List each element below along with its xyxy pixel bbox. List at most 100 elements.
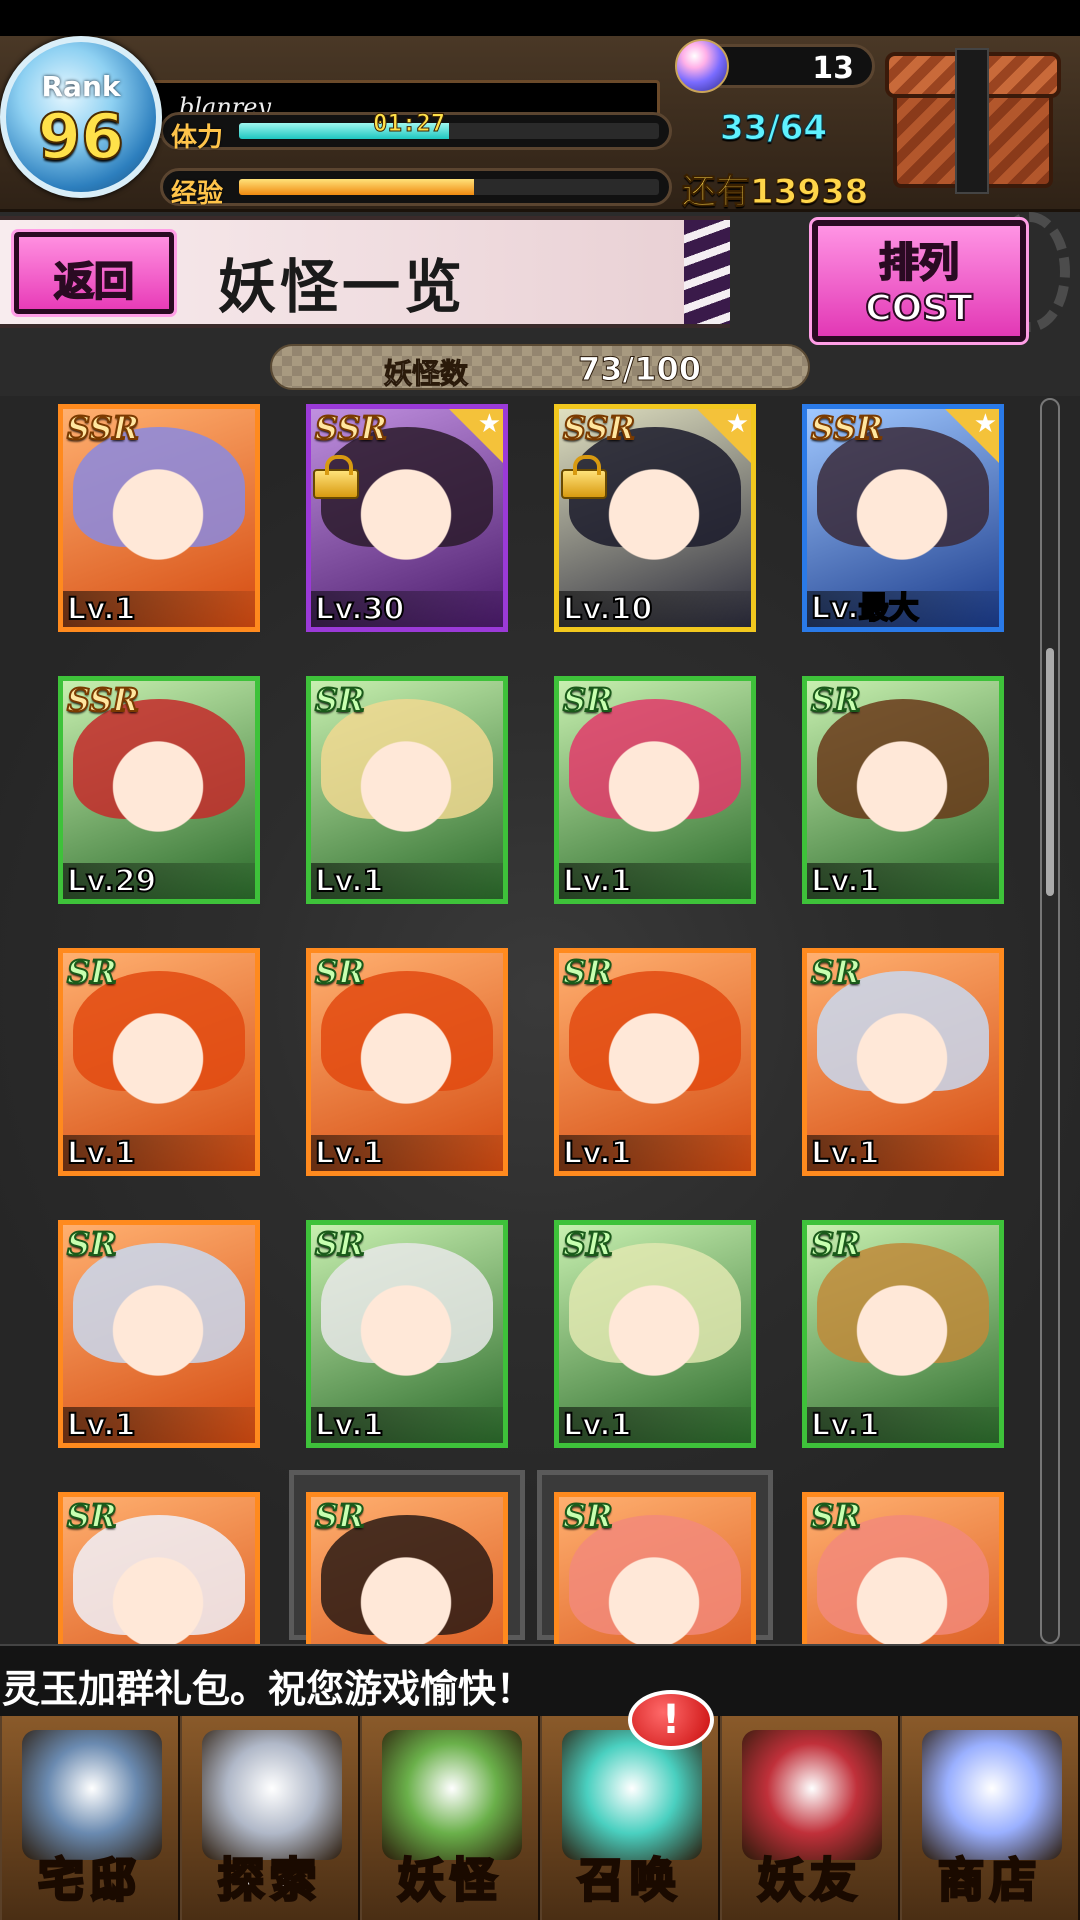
monster-card[interactable]: SSR Lv.10 ★ — [554, 404, 756, 632]
monster-card[interactable]: SSR Lv.1 — [58, 404, 260, 632]
level-label: Lv.1 — [562, 1135, 632, 1171]
monster-card[interactable]: SR Lv.1 — [58, 1220, 260, 1448]
sort-button[interactable]: 排列 COST — [809, 217, 1029, 345]
monster-portrait — [579, 991, 729, 1141]
monster-card[interactable]: SR Lv.1 — [306, 948, 508, 1176]
monster-card[interactable]: SR Lv.1 — [554, 948, 756, 1176]
level-label: Lv.1 — [66, 1135, 136, 1171]
system-status-bar — [0, 0, 1080, 36]
nav-item-4[interactable]: 召唤 — [540, 1716, 720, 1920]
rarity-badge: SR — [562, 953, 614, 992]
monster-portrait — [827, 1263, 977, 1413]
nav-item-5[interactable]: 妖友 — [720, 1716, 900, 1920]
rarity-badge: SR — [314, 1497, 366, 1536]
star-icon: ★ — [725, 409, 749, 439]
monster-card[interactable]: SR Lv.1 — [554, 676, 756, 904]
monster-portrait — [83, 991, 233, 1141]
announcement-text: 灵玉加群礼包。祝您游戏愉快！ — [2, 1667, 535, 1711]
chest-band — [955, 48, 989, 194]
level-label: Lv.10 — [562, 591, 653, 627]
rank-label: Rank — [41, 70, 121, 103]
monster-card[interactable]: SR Lv.1 — [58, 948, 260, 1176]
rarity-badge: SR — [314, 1225, 366, 1264]
nav-label: 妖怪 — [397, 1852, 502, 1909]
monster-card[interactable]: SR — [554, 1492, 756, 1644]
rarity-badge: SSR — [66, 409, 140, 448]
monster-portrait — [83, 719, 233, 869]
monster-card[interactable]: SR Lv.1 — [802, 1220, 1004, 1448]
monster-portrait — [83, 447, 233, 597]
monster-count-bar: 妖怪数 73/100 — [270, 344, 810, 391]
monster-card[interactable]: SR Lv.1 — [802, 948, 1004, 1176]
monster-card[interactable]: SSR Lv.最大 ★ — [802, 404, 1004, 632]
exp-remaining: 还有13938 — [681, 172, 869, 213]
monster-card[interactable]: SSR Lv.29 — [58, 676, 260, 904]
nav-label: 探索 — [217, 1852, 322, 1909]
rarity-badge: SSR — [810, 409, 884, 448]
rarity-badge: SR — [314, 681, 366, 720]
rarity-badge: SR — [562, 1225, 614, 1264]
monster-portrait — [579, 719, 729, 869]
spirit-orb-icon — [675, 39, 729, 93]
title-banner: 返回 妖怪一览 — [0, 216, 730, 328]
rarity-badge: SR — [66, 1225, 118, 1264]
crystal-orb-icon — [922, 1730, 1062, 1860]
level-label: Lv.30 — [314, 591, 405, 627]
rank-badge: Rank 96 — [0, 36, 162, 198]
monster-portrait — [827, 719, 977, 869]
orb-count: 13 — [812, 51, 854, 86]
orb-counter[interactable]: 13 — [675, 39, 875, 93]
level-label: Lv.1 — [66, 1407, 136, 1443]
treasure-chest-button[interactable] — [885, 48, 1065, 196]
level-label: Lv.1 — [66, 591, 136, 627]
monster-card[interactable]: SR — [802, 1492, 1004, 1644]
level-label: Lv.1 — [314, 863, 384, 899]
bottom-navigation: 宅邸 探索 妖怪 召唤 妖友 商店 — [0, 1716, 1080, 1920]
star-icon: ★ — [973, 409, 997, 439]
rarity-badge: SR — [810, 1497, 862, 1536]
rarity-badge: SR — [66, 953, 118, 992]
rarity-badge: SSR — [562, 409, 636, 448]
rarity-badge: SR — [562, 1497, 614, 1536]
exp-track — [239, 179, 659, 195]
exp-bar: 经验 — [160, 168, 672, 209]
monster-portrait — [331, 719, 481, 869]
monster-card[interactable]: SR Lv.1 — [306, 676, 508, 904]
lock-icon — [313, 455, 359, 499]
level-label: Lv.最大 — [810, 590, 920, 627]
monster-card[interactable]: SR Lv.1 — [802, 676, 1004, 904]
magnifier-map-icon — [202, 1730, 342, 1860]
monster-card[interactable]: SR Lv.1 — [306, 1220, 508, 1448]
nav-item-3[interactable]: 妖怪 — [360, 1716, 540, 1920]
back-button[interactable]: 返回 — [11, 229, 177, 317]
star-icon: ★ — [477, 409, 501, 439]
exp-label: 经验 — [171, 179, 224, 209]
grid-scrollbar[interactable] — [1040, 398, 1060, 1644]
level-label: Lv.29 — [66, 863, 157, 899]
monster-grid[interactable]: SSR Lv.1 SSR Lv.30 ★ SSR Lv.10 ★ SSR Lv.最大 ★ SSR Lv.… — [0, 396, 1080, 1644]
stamina-count: 33/64 — [719, 108, 828, 149]
monster-portrait — [83, 1263, 233, 1413]
player-header: blanrey 体力 01:27 经验 13 33/64 还有13938 — [0, 36, 1080, 213]
level-label: Lv.1 — [562, 863, 632, 899]
scroll-thumb[interactable] — [1046, 648, 1054, 896]
back-label: 返回 — [53, 258, 135, 306]
sort-value: COST — [864, 287, 974, 330]
nav-item-1[interactable]: 宅邸 — [0, 1716, 180, 1920]
monster-card[interactable]: SR Lv.1 — [554, 1220, 756, 1448]
monster-portrait — [579, 1263, 729, 1413]
pentagram-icon — [562, 1730, 702, 1860]
monster-card[interactable]: SR — [58, 1492, 260, 1644]
rarity-badge: SR — [810, 681, 862, 720]
stamina-label: 体力 — [171, 123, 224, 153]
lock-icon — [561, 455, 607, 499]
level-label: Lv.1 — [810, 863, 880, 899]
monster-card[interactable]: SR — [306, 1492, 508, 1644]
monster-card[interactable]: SSR Lv.30 ★ — [306, 404, 508, 632]
stamina-timer: 01:27 — [372, 109, 446, 138]
mansion-icon — [22, 1730, 162, 1860]
monster-count-label: 妖怪数 — [383, 357, 469, 391]
nav-item-6[interactable]: 商店 — [900, 1716, 1080, 1920]
rarity-badge: SR — [810, 1225, 862, 1264]
nav-item-2[interactable]: 探索 — [180, 1716, 360, 1920]
